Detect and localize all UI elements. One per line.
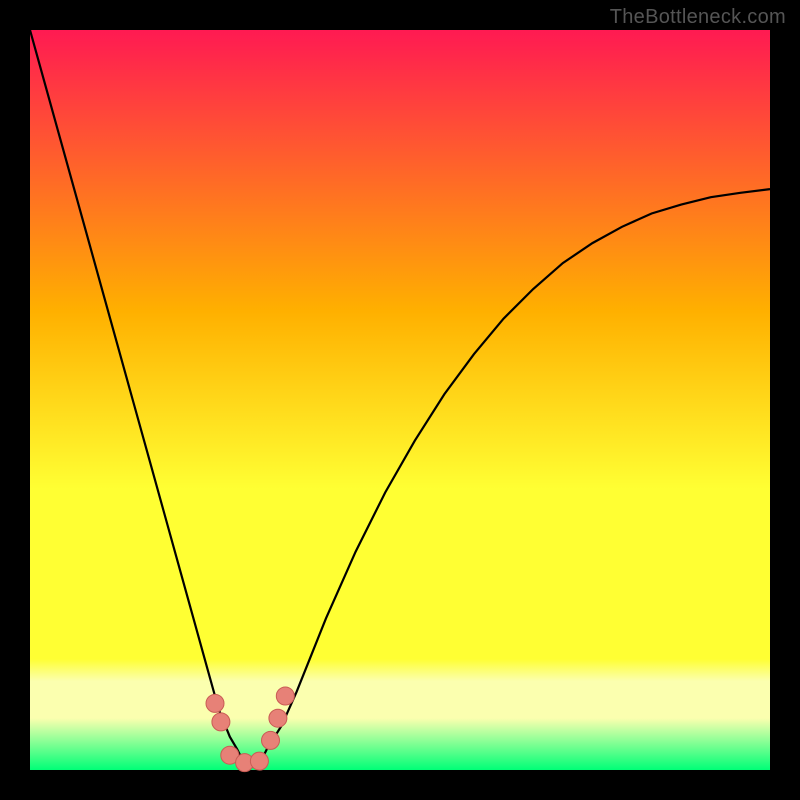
data-marker — [269, 709, 287, 727]
chart-svg — [0, 0, 800, 800]
watermark-text: TheBottleneck.com — [610, 6, 786, 29]
data-marker — [276, 687, 294, 705]
chart-container: TheBottleneck.com — [0, 0, 800, 800]
data-marker — [212, 713, 230, 731]
data-marker — [206, 694, 224, 712]
data-marker — [250, 752, 268, 770]
plot-background — [30, 30, 770, 770]
data-marker — [262, 731, 280, 749]
